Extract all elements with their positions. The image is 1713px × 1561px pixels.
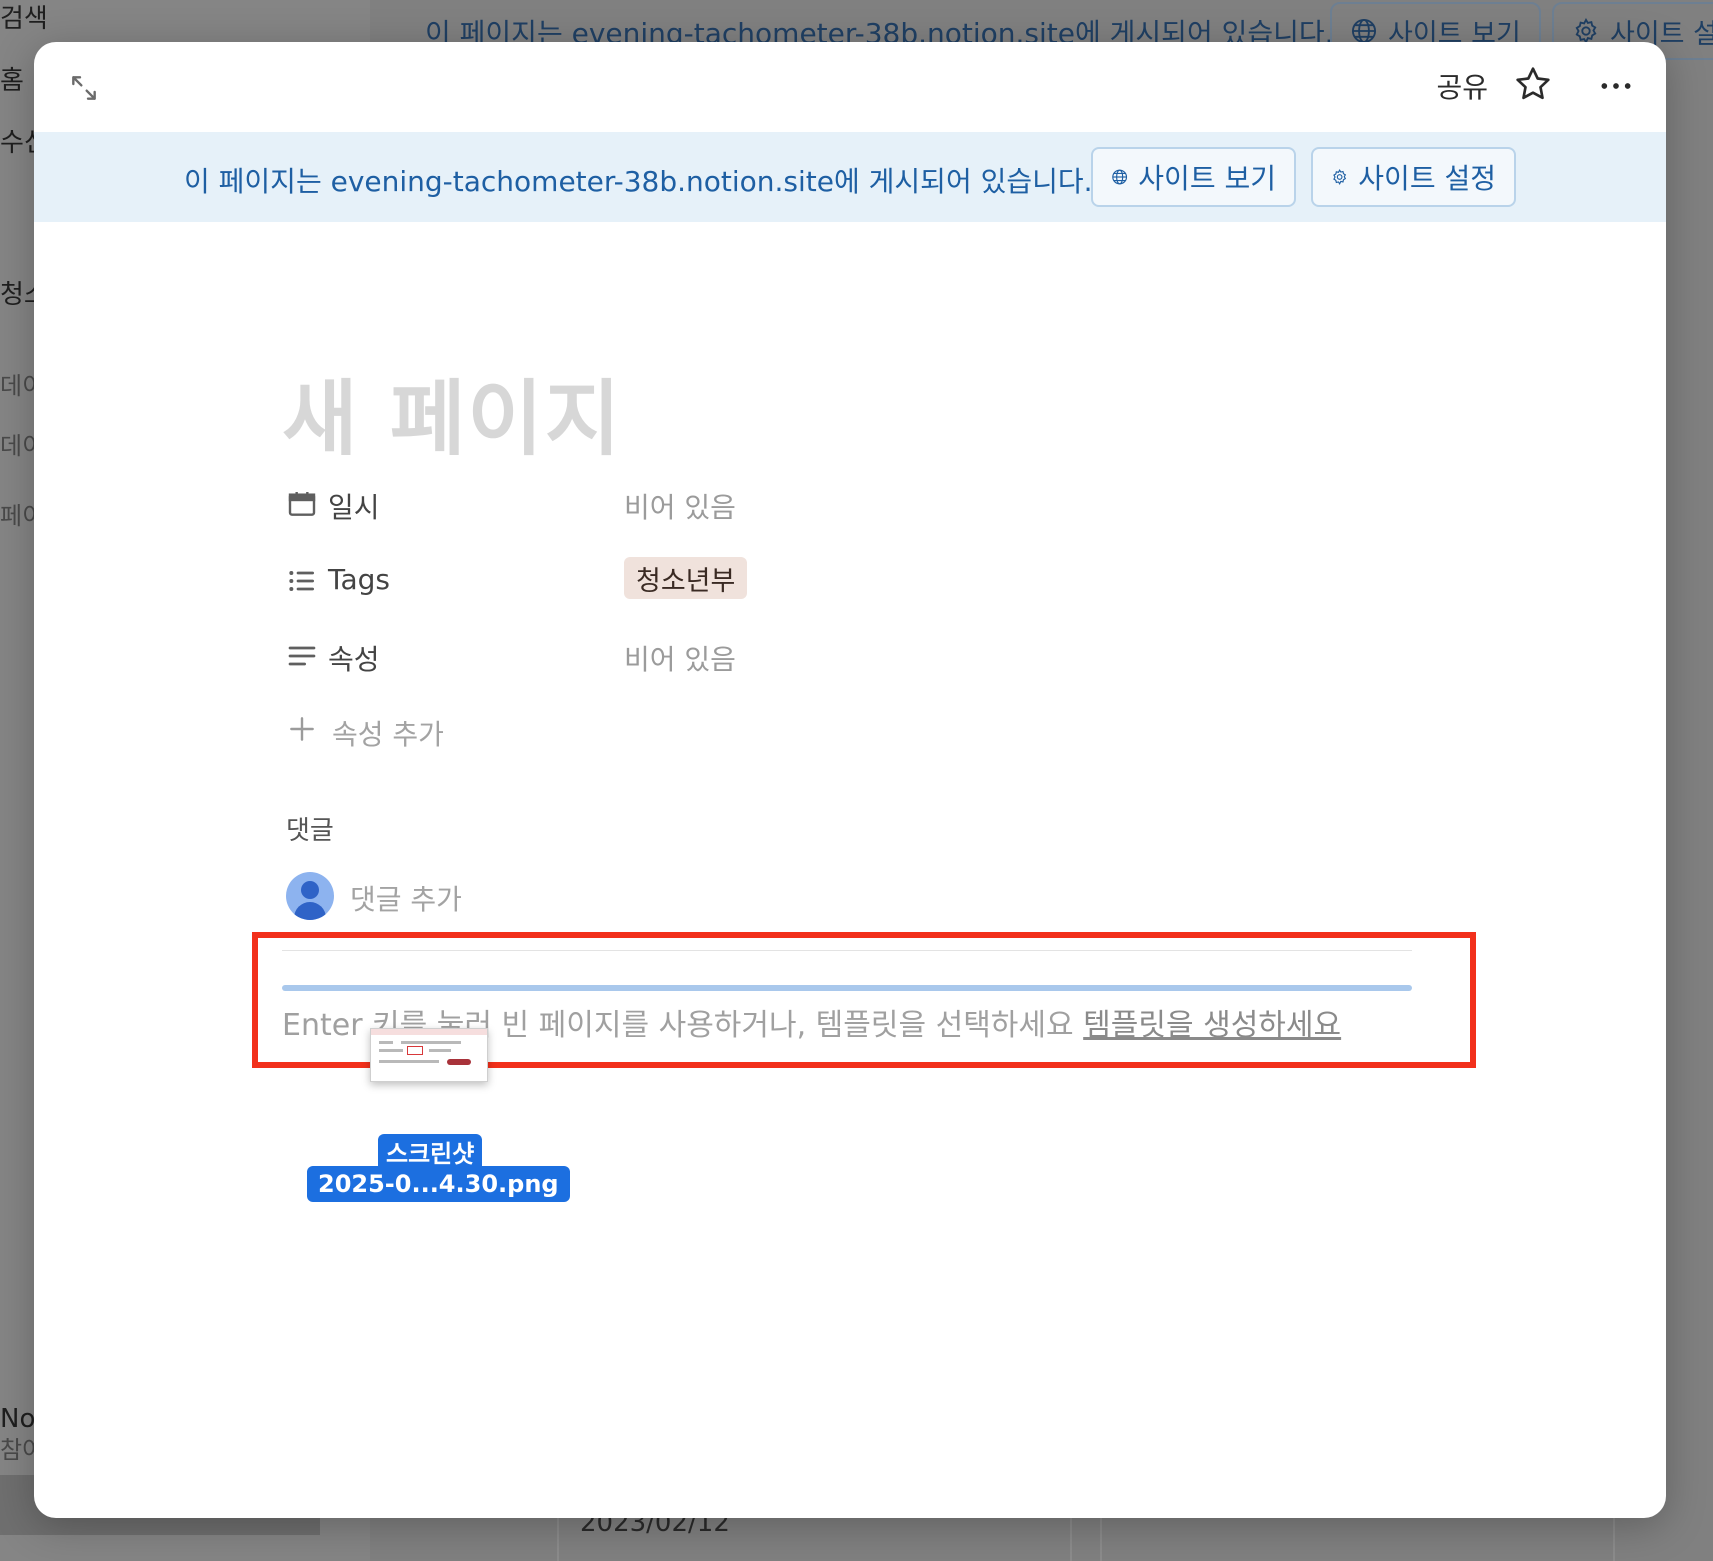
tag-chip[interactable]: 청소년부 (624, 557, 748, 599)
thumb-line (401, 1041, 461, 1044)
property-label-date[interactable]: 일시 (328, 486, 380, 526)
thumb-pill (447, 1059, 471, 1065)
more-icon[interactable] (1596, 66, 1636, 106)
add-property-label: 속성 추가 (332, 718, 444, 751)
multi-select-icon (289, 571, 314, 591)
property-row-text: 속성 비어 있음 (286, 632, 986, 680)
dragged-file-thumbnail[interactable] (370, 1028, 488, 1082)
property-value-date[interactable]: 비어 있음 (624, 486, 736, 526)
property-label-text[interactable]: 속성 (328, 638, 380, 678)
publish-banner-text: 이 페이지는 evening-tachometer-38b.notion.sit… (184, 165, 1093, 198)
property-label-tags[interactable]: Tags (328, 563, 390, 596)
view-site-button[interactable]: 사이트 보기 (1091, 147, 1296, 207)
site-settings-button[interactable]: 사이트 설정 (1311, 147, 1516, 207)
avatar (286, 872, 334, 920)
modal-top-bar: 공유 (34, 42, 1666, 132)
star-icon[interactable] (1513, 64, 1553, 104)
dragged-file-name-line2: 2025-0...4.30.png (307, 1166, 570, 1202)
thumb-line (379, 1049, 403, 1052)
plus-icon (290, 717, 314, 741)
expand-icon[interactable] (68, 72, 100, 104)
add-property-button[interactable]: 속성 추가 (286, 707, 686, 755)
property-value-text[interactable]: 비어 있음 (624, 638, 736, 678)
avatar-head (301, 881, 319, 899)
add-comment-input[interactable]: 댓글 추가 (350, 878, 462, 918)
comments-heading: 댓글 (286, 816, 334, 846)
bg-sidebar-search: 검색 (0, 4, 48, 34)
dragged-file-name-line1: 스크린샷 (378, 1134, 483, 1168)
property-row-date: 일시 비어 있음 (286, 480, 986, 528)
gear-icon (1333, 168, 1347, 186)
globe-icon (1112, 169, 1128, 185)
calendar-icon (288, 492, 316, 516)
avatar-body (294, 902, 326, 920)
thumb-red-box (407, 1046, 423, 1055)
globe-icon (1351, 18, 1377, 44)
thumb-line (379, 1060, 439, 1063)
thumb-line (429, 1049, 451, 1052)
page-peek-modal: 공유 이 페이지는 evening-tachometer-38b.notion.… (34, 42, 1666, 1518)
site-settings-label: 사이트 설정 (1358, 162, 1496, 195)
page-title[interactable]: 새 페이지 (282, 352, 622, 471)
thumb-line (379, 1041, 393, 1044)
thumb-header (371, 1029, 487, 1035)
property-row-tags: Tags 청소년부 (286, 557, 986, 605)
view-site-label: 사이트 보기 (1138, 162, 1276, 195)
gear-icon (1575, 18, 1597, 45)
text-lines-icon (288, 646, 316, 666)
share-button[interactable]: 공유 (1436, 66, 1488, 106)
publish-banner: 이 페이지는 evening-tachometer-38b.notion.sit… (34, 132, 1666, 222)
bg-sidebar-home: 홈 (0, 66, 24, 96)
